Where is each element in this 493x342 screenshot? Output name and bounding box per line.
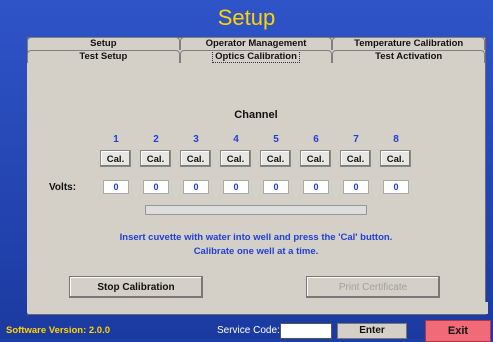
software-version: Software Version: 2.0.0	[6, 325, 111, 336]
cal-button-3[interactable]: Cal.	[180, 150, 211, 167]
volts-value-1: 0	[103, 180, 129, 194]
print-certificate-button[interactable]: Print Certificate	[306, 276, 440, 298]
volts-value-4: 0	[223, 180, 249, 194]
channel-number: 1	[113, 134, 119, 145]
volts-value-7: 0	[343, 180, 369, 194]
volts-value-6: 0	[303, 180, 329, 194]
enter-button[interactable]: Enter	[337, 323, 407, 339]
tab-temperature-calibration[interactable]: Temperature Calibration	[332, 37, 486, 50]
tab-row-top: Setup Operator Management Temperature Ca…	[27, 37, 486, 50]
channel-number: 8	[393, 134, 399, 145]
channel-number: 4	[233, 134, 239, 145]
instruction-text: Insert cuvette with water into well and …	[119, 232, 393, 243]
optics-calibration-content: Channel 1 2 3 4 5 6 7 8 Cal. Cal. Cal. C…	[27, 63, 485, 313]
channel-heading: Channel	[234, 109, 278, 121]
app-window: Setup Setup Operator Management Temperat…	[0, 0, 493, 342]
cal-button-1[interactable]: Cal.	[100, 150, 131, 167]
cal-button-6[interactable]: Cal.	[300, 150, 331, 167]
volts-value-3: 0	[183, 180, 209, 194]
service-code-label: Service Code:	[217, 325, 280, 336]
scrollbar-stub	[480, 302, 488, 314]
volts-value-8: 0	[383, 180, 409, 194]
instruction-text-secondary: Calibrate one well at a time.	[193, 246, 319, 257]
tab-setup[interactable]: Setup	[27, 37, 180, 50]
channel-number: 7	[353, 134, 359, 145]
tab-row-bottom: Test Setup Optics Calibration Test Activ…	[27, 50, 486, 63]
calibration-progress-bar	[145, 205, 367, 215]
cal-button-8[interactable]: Cal.	[380, 150, 411, 167]
volts-label: Volts:	[49, 182, 77, 193]
channel-number: 5	[273, 134, 279, 145]
cal-button-4[interactable]: Cal.	[220, 150, 251, 167]
service-code-input[interactable]	[280, 323, 332, 339]
channel-number: 6	[313, 134, 319, 145]
volts-value-2: 0	[143, 180, 169, 194]
cal-button-7[interactable]: Cal.	[340, 150, 371, 167]
tab-test-activation[interactable]: Test Activation	[332, 50, 486, 63]
cal-button-2[interactable]: Cal.	[140, 150, 171, 167]
tab-test-setup[interactable]: Test Setup	[27, 50, 180, 63]
cal-button-5[interactable]: Cal.	[260, 150, 291, 167]
volts-value-5: 0	[263, 180, 289, 194]
tab-operator-management[interactable]: Operator Management	[179, 37, 333, 50]
tab-optics-calibration[interactable]: Optics Calibration	[179, 50, 333, 63]
stop-calibration-button[interactable]: Stop Calibration	[69, 276, 203, 298]
channel-number: 2	[153, 134, 159, 145]
channel-number: 3	[193, 134, 199, 145]
footer-bar: Software Version: 2.0.0 Service Code: En…	[0, 314, 493, 342]
window-title: Setup	[217, 5, 276, 30]
